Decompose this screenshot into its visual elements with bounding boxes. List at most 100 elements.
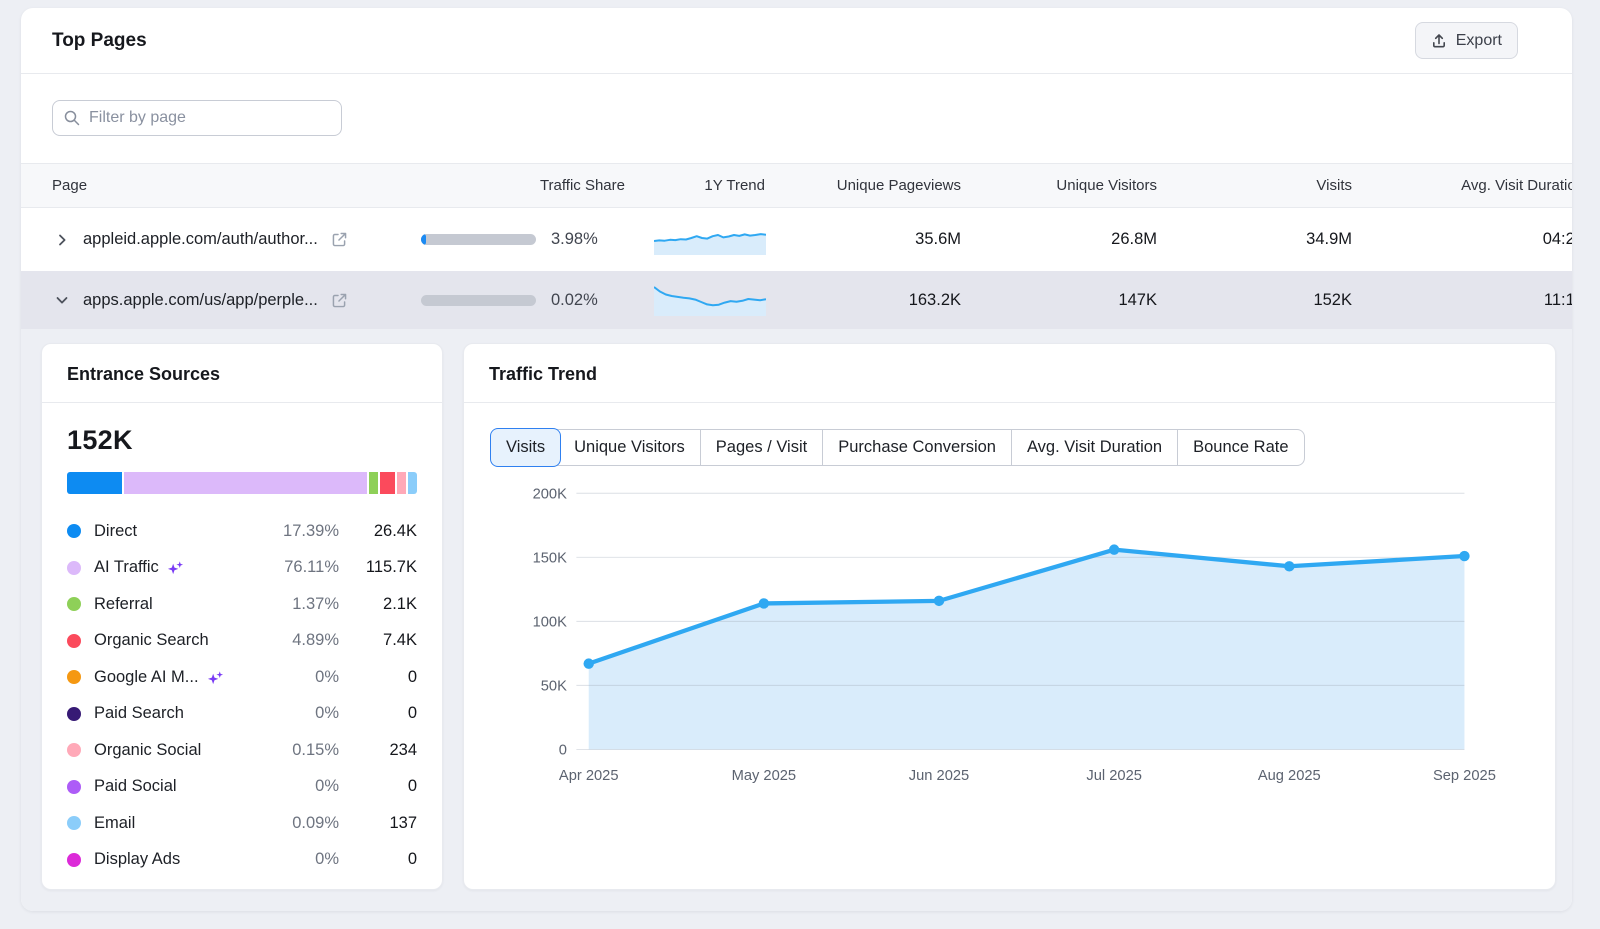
legend-label: Organic Search <box>94 631 209 650</box>
sparkline-svg <box>654 280 766 316</box>
entrance-sources-stacked-bar <box>67 472 417 494</box>
legend-value: 0 <box>339 850 417 869</box>
legend-value: 0 <box>339 704 417 723</box>
legend-value: 0 <box>339 777 417 796</box>
legend-dot <box>67 634 81 648</box>
legend-label: Paid Social <box>94 777 177 796</box>
entrance-bar-segment <box>369 472 378 494</box>
legend-item: Google AI M...0%0 <box>67 659 417 696</box>
y-axis-label: 100K <box>533 615 568 631</box>
legend-label: Paid Search <box>94 704 184 723</box>
y-axis-label: 150K <box>533 551 568 567</box>
external-link-icon[interactable] <box>331 292 348 309</box>
legend-dot <box>67 853 81 867</box>
trend-sparkline <box>654 219 766 260</box>
chevron-down-icon[interactable] <box>54 292 70 308</box>
filter-section <box>21 74 1572 163</box>
traffic-share-value: 0.02% <box>551 291 598 310</box>
entrance-sources-card: Entrance Sources 152K Direct17.39%26.4KA… <box>41 343 443 890</box>
expanded-row-details: Entrance Sources 152K Direct17.39%26.4KA… <box>21 329 1572 911</box>
x-axis-label: May 2025 <box>732 768 797 784</box>
trend-chart-svg: 050K100K150K200KApr 2025May 2025Jun 2025… <box>491 480 1528 803</box>
trend-chart-area <box>589 550 1465 750</box>
entrance-total-value: 152K <box>67 425 417 456</box>
visits-value: 34.9M <box>1169 230 1364 249</box>
card-header: Top Pages Export <box>21 8 1572 74</box>
legend-label: Direct <box>94 522 137 541</box>
visits-value: 152K <box>1169 291 1364 310</box>
entrance-bar-segment <box>397 472 406 494</box>
legend-percent: 4.89% <box>259 631 339 650</box>
sparkline-svg <box>654 219 766 255</box>
table-row[interactable]: appleid.apple.com/auth/author... 3.98% 3… <box>21 208 1572 271</box>
trend-chart-point[interactable] <box>1459 551 1469 561</box>
unique-pageviews-value: 35.6M <box>783 230 973 249</box>
table-row-expanded[interactable]: apps.apple.com/us/app/perple... 0.02% 16… <box>21 271 1572 329</box>
traffic-share-bar <box>421 295 536 306</box>
legend-item: Referral 1.37%2.1K <box>67 586 417 623</box>
legend-percent: 17.39% <box>259 522 339 541</box>
trend-chart-point[interactable] <box>934 596 944 606</box>
legend-value: 137 <box>339 814 417 833</box>
legend-percent: 0% <box>259 704 339 723</box>
legend-item: Paid Search 0%0 <box>67 696 417 733</box>
chevron-right-icon[interactable] <box>54 232 70 248</box>
column-header-avg-visit-duration: Avg. Visit Duration <box>1364 177 1572 194</box>
trend-chart-point[interactable] <box>584 658 594 668</box>
tab-avg-visit-duration[interactable]: Avg. Visit Duration <box>1011 430 1177 465</box>
trend-chart-point[interactable] <box>1284 561 1294 571</box>
entrance-bar-segment <box>408 472 417 494</box>
legend-label: AI Traffic <box>94 558 184 577</box>
x-axis-label: Jul 2025 <box>1086 768 1142 784</box>
legend-item: Direct17.39%26.4K <box>67 513 417 550</box>
traffic-share-bar <box>421 234 536 245</box>
traffic-trend-card: Traffic Trend VisitsUnique VisitorsPages… <box>463 343 1556 890</box>
avg-visit-duration-value: 11:13 <box>1364 291 1572 310</box>
legend-label: Organic Social <box>94 741 201 760</box>
page-title: Top Pages <box>52 30 147 52</box>
x-axis-label: Apr 2025 <box>559 768 619 784</box>
x-axis-label: Jun 2025 <box>909 768 969 784</box>
trend-chart-point[interactable] <box>1109 544 1119 554</box>
export-button[interactable]: Export <box>1415 22 1518 59</box>
x-axis-label: Aug 2025 <box>1258 768 1321 784</box>
tab-bounce-rate[interactable]: Bounce Rate <box>1177 430 1303 465</box>
external-link-icon[interactable] <box>331 231 348 248</box>
trend-metric-tabs: VisitsUnique VisitorsPages / VisitPurcha… <box>491 429 1305 466</box>
tab-unique-visitors[interactable]: Unique Visitors <box>559 430 700 465</box>
page-link[interactable]: apps.apple.com/us/app/perple... <box>83 291 318 310</box>
column-header-visits: Visits <box>1169 177 1364 194</box>
tab-pages-visit[interactable]: Pages / Visit <box>700 430 822 465</box>
legend-dot <box>67 707 81 721</box>
page-link[interactable]: appleid.apple.com/auth/author... <box>83 230 318 249</box>
trend-chart-point[interactable] <box>759 598 769 608</box>
legend-value: 2.1K <box>339 595 417 614</box>
column-header-unique-visitors: Unique Visitors <box>973 177 1169 194</box>
column-header-unique-pageviews: Unique Pageviews <box>783 177 973 194</box>
ai-sparkles-icon <box>167 559 184 576</box>
traffic-share-value: 3.98% <box>551 230 598 249</box>
legend-percent: 0% <box>259 777 339 796</box>
legend-percent: 0.15% <box>259 741 339 760</box>
legend-value: 234 <box>339 741 417 760</box>
entrance-bar-segment <box>67 472 122 494</box>
entrance-bar-segment <box>380 472 396 494</box>
search-icon <box>63 109 81 127</box>
legend-label: Referral <box>94 595 153 614</box>
column-header-traffic-share: Traffic Share <box>421 177 643 194</box>
legend-item: AI Traffic76.11%115.7K <box>67 550 417 587</box>
legend-label: Email <box>94 814 135 833</box>
filter-by-page-input[interactable] <box>52 100 342 136</box>
ai-sparkles-icon <box>207 669 224 686</box>
traffic-trend-chart: 050K100K150K200KApr 2025May 2025Jun 2025… <box>491 480 1528 803</box>
legend-dot <box>67 561 81 575</box>
y-axis-label: 200K <box>533 487 568 503</box>
legend-dot <box>67 670 81 684</box>
table-header-row: Page Traffic Share 1Y Trend Unique Pagev… <box>21 163 1572 208</box>
tab-purchase-conversion[interactable]: Purchase Conversion <box>822 430 1011 465</box>
legend-item: Organic Social 0.15%234 <box>67 732 417 769</box>
legend-dot <box>67 743 81 757</box>
legend-percent: 1.37% <box>259 595 339 614</box>
legend-dot <box>67 780 81 794</box>
tab-visits[interactable]: Visits <box>491 429 560 466</box>
